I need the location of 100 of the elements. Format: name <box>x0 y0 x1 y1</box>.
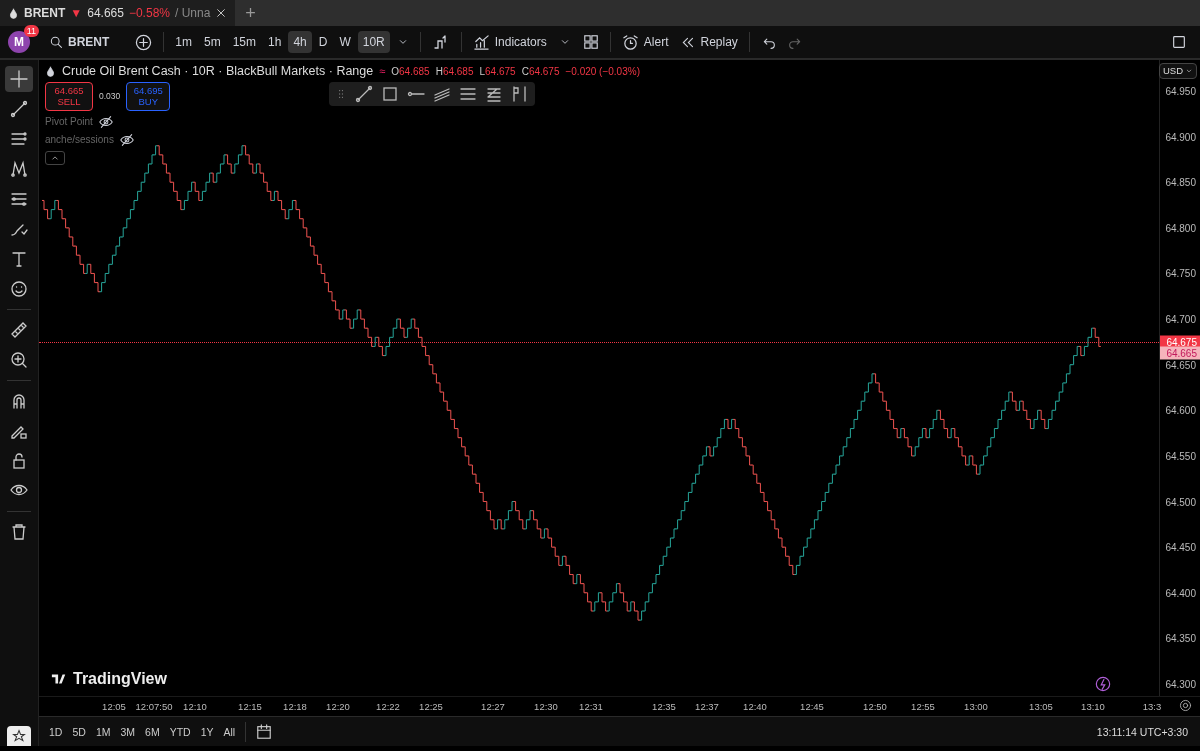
range-button[interactable]: 6M <box>141 722 164 741</box>
trash-icon <box>10 523 28 541</box>
zoom-in-icon <box>10 351 28 369</box>
interval-button[interactable]: 4h <box>288 31 312 53</box>
replay-button[interactable]: Replay <box>675 30 743 54</box>
fib-icon[interactable] <box>485 85 503 103</box>
time-tick: 12:15 <box>238 701 262 712</box>
time-tick: 12:31 <box>579 701 603 712</box>
time-tick: 12:40 <box>743 701 767 712</box>
interval-button[interactable]: 1h <box>263 31 287 53</box>
price-tick: 64.900 <box>1165 131 1196 143</box>
time-tick: 12:10 <box>183 701 207 712</box>
alert-button[interactable]: Alert <box>616 29 674 55</box>
alarm-clock-icon <box>621 33 639 51</box>
smiley-icon <box>10 280 28 298</box>
time-tick: 12:45 <box>800 701 824 712</box>
time-tick: 12:30 <box>534 701 558 712</box>
close-icon[interactable] <box>215 7 228 19</box>
price-tick: 64.350 <box>1165 632 1196 644</box>
price-tick: 64.450 <box>1165 541 1196 553</box>
text-icon <box>10 250 28 268</box>
chevron-down-icon <box>1185 67 1193 75</box>
price-tick: 64.300 <box>1165 678 1196 690</box>
rectangle-icon[interactable] <box>381 85 399 103</box>
price-tick: 64.500 <box>1165 496 1196 508</box>
range-button[interactable]: All <box>219 722 240 741</box>
drawing-tool-button[interactable] <box>5 66 33 92</box>
interval-button[interactable]: 1m <box>170 31 197 53</box>
magnet-icon <box>10 392 28 410</box>
drop-icon <box>8 7 19 19</box>
indicators-button[interactable]: Indicators <box>467 29 552 55</box>
time-tick: 12:05 <box>102 701 126 712</box>
favorites-button[interactable] <box>7 726 31 746</box>
interval-button[interactable]: 15m <box>227 31 262 53</box>
price-tick: 64.800 <box>1165 222 1196 234</box>
settings-icon[interactable] <box>1179 699 1192 712</box>
calendar-icon <box>256 723 273 740</box>
range-button[interactable]: 3M <box>116 722 140 741</box>
range-button[interactable]: 1D <box>45 722 67 741</box>
price-tick: 64.850 <box>1165 176 1196 188</box>
interval-button[interactable]: 10R <box>357 31 390 53</box>
range-button[interactable]: YTD <box>165 722 195 741</box>
horizontal-lines-icon <box>10 130 28 148</box>
ohlc-value: O64.685 <box>391 65 430 77</box>
lock-icon <box>10 452 28 470</box>
ruler-icon <box>10 321 28 339</box>
time-tick: 12:22 <box>376 701 400 712</box>
interval-button[interactable]: W <box>334 31 356 53</box>
symbol-search[interactable]: BRENT <box>44 31 115 53</box>
range-button[interactable]: 5D <box>68 722 90 741</box>
clock: 13:11:14 UTC+3:30 <box>1096 725 1188 738</box>
time-tick: 12:18 <box>283 701 307 712</box>
search-icon <box>49 35 63 49</box>
price-change: −0.020 (−0.03%) <box>565 65 640 77</box>
time-tick: 12:55 <box>911 701 935 712</box>
market-status-icon: ≈ <box>379 65 386 77</box>
time-tick: 12:50 <box>863 701 887 712</box>
new-tab-button[interactable]: + <box>235 0 266 26</box>
price-tick: 64.750 <box>1165 267 1196 279</box>
price-tick: 64.400 <box>1165 587 1196 599</box>
add-circle-icon <box>135 33 153 51</box>
time-tick: 12:35 <box>652 701 676 712</box>
interval-button[interactable]: 5m <box>199 31 226 53</box>
drop-icon <box>45 65 56 77</box>
star-icon <box>12 729 26 743</box>
trend-line-icon <box>10 100 28 118</box>
crosshair-icon <box>10 70 28 88</box>
chart-icon <box>472 33 490 51</box>
time-tick: 12:37 <box>695 701 719 712</box>
pattern-icon <box>10 160 28 178</box>
price-tick: 64.550 <box>1165 450 1196 462</box>
horizontal-lines-icon[interactable] <box>459 85 477 103</box>
ohlc-value: H64.685 <box>435 65 474 77</box>
currency-dropdown[interactable]: USD <box>1158 63 1197 79</box>
interval-button[interactable]: D <box>313 31 333 53</box>
time-tick: 13:3 <box>1142 701 1162 712</box>
chart-title: Crude Oil Brent Cash · 10R · BlackBull Markets · Range <box>62 64 374 78</box>
flag-pole-icon[interactable] <box>511 85 529 103</box>
time-tick: 12:07:50 <box>135 701 173 712</box>
chart-tab[interactable]: BRENT ▼ 64.665 −0.58% / Unna <box>0 0 236 26</box>
square-icon <box>1171 34 1187 50</box>
range-button[interactable]: 1Y <box>196 722 218 741</box>
time-tick: 12:20 <box>326 701 350 712</box>
buy-button[interactable]: 64.695 BUY <box>126 82 171 111</box>
eye-hidden-icon[interactable] <box>98 114 113 129</box>
range-button[interactable]: 1M <box>91 722 115 741</box>
sell-button[interactable]: 64.665 SELL <box>45 82 93 111</box>
spread-value: 0.030 <box>99 91 121 102</box>
eye-hidden-icon[interactable] <box>119 132 134 147</box>
ohlc-value: L64.675 <box>479 65 516 77</box>
time-tick: 13:10 <box>1081 701 1105 712</box>
price-tick: 64.950 <box>1165 85 1196 97</box>
time-tick: 13:05 <box>1029 701 1053 712</box>
lightning-circle-icon[interactable] <box>1095 676 1111 692</box>
price-tick: 64.650 <box>1165 359 1196 371</box>
ohlc-value: C64.675 <box>521 65 560 77</box>
parallel-channel-icon[interactable] <box>433 85 451 103</box>
grid-icon <box>582 34 599 50</box>
price-tick: 64.700 <box>1165 313 1196 325</box>
trend-line-icon[interactable] <box>355 85 373 103</box>
